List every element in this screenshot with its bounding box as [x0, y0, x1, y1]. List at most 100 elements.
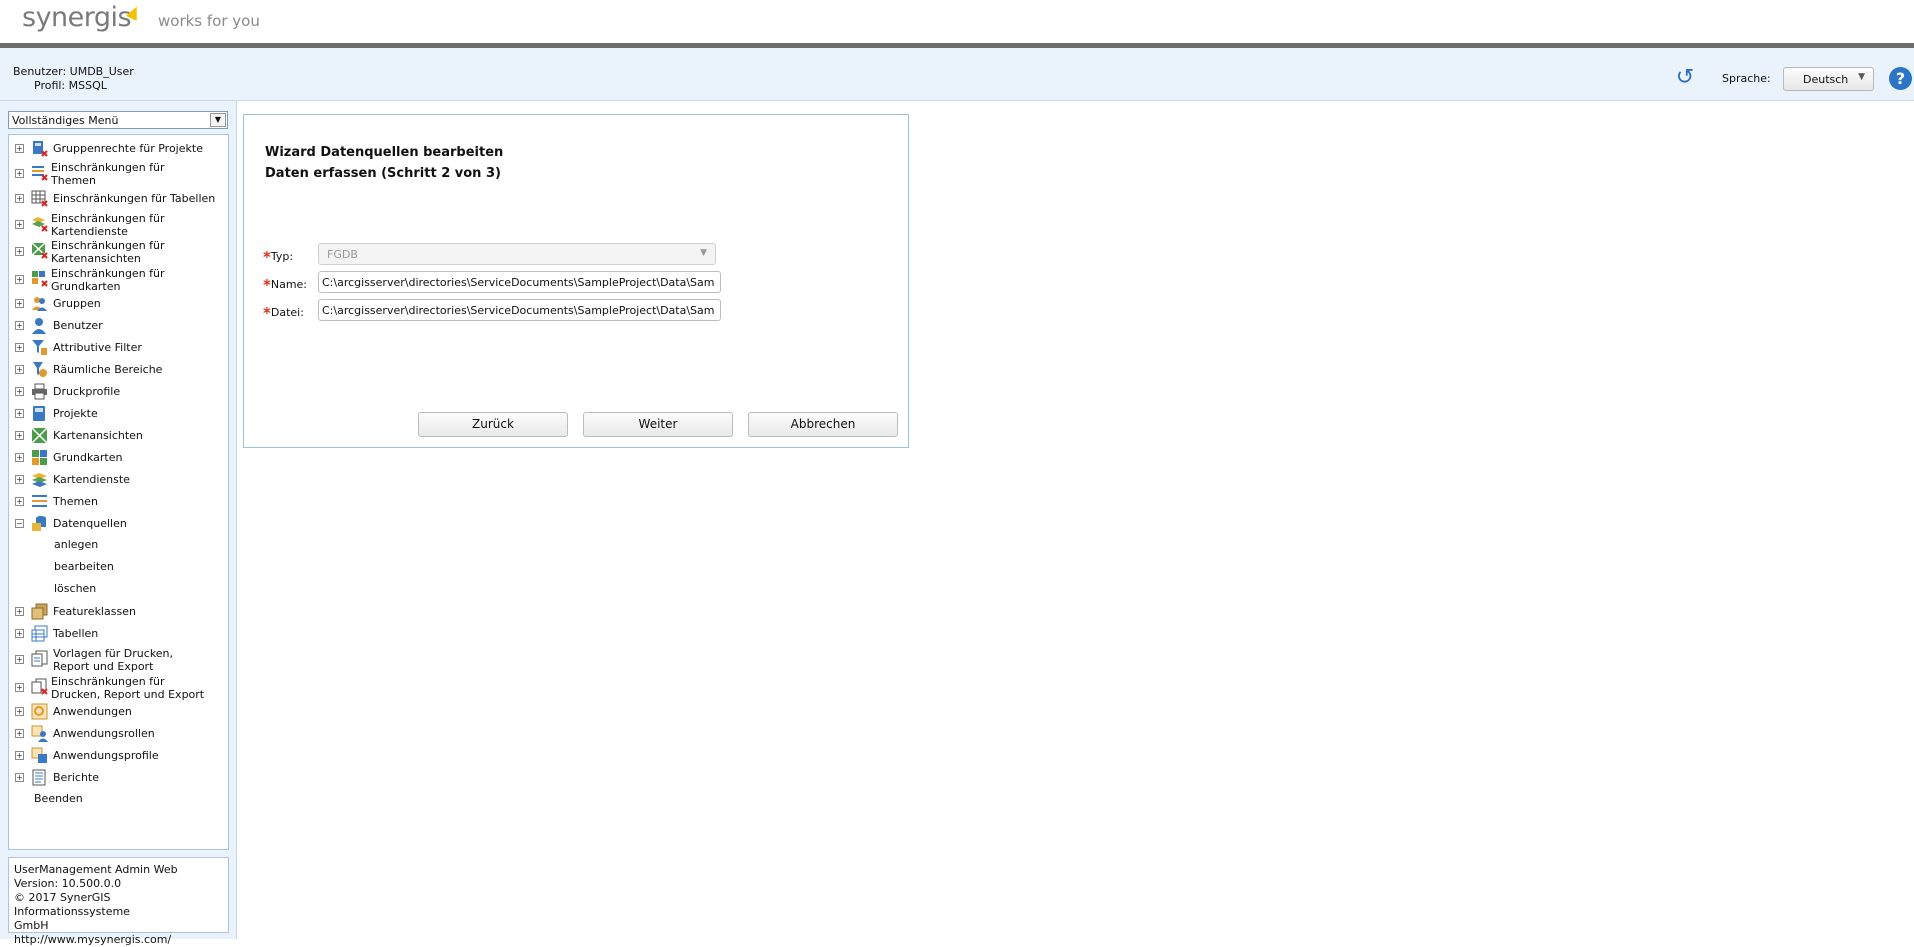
tree-item-tabellen[interactable]: + Tabellen — [9, 625, 228, 642]
version-line-2: Version: 10.500.0.0 — [14, 877, 122, 890]
expand-icon[interactable]: + — [15, 475, 24, 484]
expand-icon[interactable]: + — [15, 343, 24, 352]
tree-child-bearbeiten[interactable]: bearbeiten — [54, 560, 114, 573]
tree-item-einschraenkungen-themen[interactable]: + Einschränkungen für Themen — [9, 160, 228, 188]
tree-item-benutzer[interactable]: + Benutzer — [9, 318, 228, 334]
menu-select-value: Vollständiges Menü — [12, 114, 119, 127]
wizard-title: Wizard Datenquellen bearbeiten — [265, 145, 504, 160]
groups-icon — [32, 297, 47, 311]
template-icon — [31, 650, 48, 667]
help-icon[interactable]: ? — [1889, 67, 1912, 90]
menu-select[interactable]: Vollständiges Menü ▼ — [8, 111, 228, 129]
profil-label: Profil: — [34, 79, 66, 92]
next-button[interactable]: Weiter — [583, 412, 733, 437]
tree-item-anwendungen[interactable]: + Anwendungen — [9, 703, 228, 720]
tree-item-grundkarten[interactable]: + Grundkarten — [9, 450, 228, 466]
datasource-icon — [32, 516, 46, 531]
expand-icon[interactable]: + — [15, 409, 24, 418]
mapservice-restriction-icon — [32, 217, 48, 232]
tree-item-attributive-filter[interactable]: + Attributive Filter — [9, 340, 228, 356]
expand-icon[interactable]: + — [15, 729, 24, 738]
datei-label: *Datei: — [263, 304, 304, 322]
cancel-button[interactable]: Abbrechen — [748, 412, 898, 437]
required-icon: * — [263, 248, 271, 266]
expand-icon[interactable]: + — [15, 497, 24, 506]
typ-select[interactable]: FGDB ▼ — [318, 243, 716, 265]
tree-item-vorlagen[interactable]: + Vorlagen für Drucken, Report und Expor… — [9, 646, 228, 674]
language-label: Sprache: — [1722, 72, 1771, 85]
project-icon — [33, 406, 45, 421]
beenden-link[interactable]: Beenden — [34, 792, 83, 805]
expand-icon[interactable]: + — [15, 365, 24, 374]
print-restriction-icon — [31, 678, 48, 695]
collapse-icon[interactable]: − — [15, 519, 24, 528]
datei-value: C:\arcgisserver\directories\ServiceDocum… — [322, 304, 715, 317]
expand-icon[interactable]: + — [15, 751, 24, 760]
tree-item-kartendienste[interactable]: + Kartendienste — [9, 472, 228, 488]
profile-info: Profil: MSSQL — [34, 79, 107, 92]
tree-item-anwendungsprofile[interactable]: + Anwendungsprofile — [9, 747, 228, 764]
synergis-logo: synergis — [22, 2, 132, 33]
tagline: works for you — [158, 12, 260, 30]
filter-icon — [32, 340, 47, 355]
tree-item-berichte[interactable]: + Berichte — [9, 769, 228, 786]
expand-icon[interactable]: + — [15, 629, 24, 638]
tree-item-gruppenrechte[interactable]: + Gruppenrechte für Projekte — [9, 141, 228, 157]
basemap-icon — [32, 450, 47, 465]
version-line-1: UserManagement Admin Web — [14, 863, 178, 876]
tree-item-featureklassen[interactable]: + Featureklassen — [9, 603, 228, 620]
tree-item-projekte[interactable]: + Projekte — [9, 406, 228, 422]
expand-icon[interactable]: + — [15, 144, 24, 153]
language-value: Deutsch — [1803, 73, 1849, 86]
tree-item-druckprofile[interactable]: + Druckprofile — [9, 383, 228, 400]
expand-icon[interactable]: + — [15, 773, 24, 782]
tree-item-raeumliche-bereiche[interactable]: + Räumliche Bereiche — [9, 362, 228, 378]
chevron-down-icon: ▼ — [700, 248, 707, 258]
name-label: *Name: — [263, 276, 308, 294]
tree-child-anlegen[interactable]: anlegen — [54, 538, 98, 551]
tree-item-einschraenkungen-kartendienste[interactable]: + Einschränkungen für Kartendienste — [9, 211, 228, 239]
expand-icon[interactable]: + — [15, 655, 24, 664]
user-icon — [32, 318, 46, 334]
tree-item-einschraenkungen-drucken[interactable]: + Einschränkungen für Drucken, Report un… — [9, 674, 228, 702]
expand-icon[interactable]: + — [15, 275, 24, 284]
expand-icon[interactable]: + — [15, 194, 24, 203]
benutzer-value: UMDB_User — [69, 65, 134, 78]
language-select[interactable]: Deutsch ▼ — [1783, 67, 1874, 91]
expand-icon[interactable]: + — [15, 169, 24, 178]
website-link[interactable]: http://www.mysynergis.com/ — [14, 933, 171, 946]
wizard-panel: Wizard Datenquellen bearbeiten Daten erf… — [243, 114, 909, 448]
expand-icon[interactable]: + — [15, 431, 24, 440]
expand-icon[interactable]: + — [15, 607, 24, 616]
tree-item-gruppen[interactable]: + Gruppen — [9, 296, 228, 312]
expand-icon[interactable]: + — [15, 321, 24, 330]
benutzer-label: Benutzer: — [13, 65, 67, 78]
name-input[interactable]: C:\arcgisserver\directories\ServiceDocum… — [318, 271, 721, 293]
version-line-4: GmbH — [14, 919, 49, 932]
chevron-down-icon: ▼ — [1858, 72, 1865, 82]
expand-icon[interactable]: + — [15, 220, 24, 229]
navigation-tree: + Gruppenrechte für Projekte + Einschrän… — [8, 134, 229, 850]
tree-item-datenquellen[interactable]: − Datenquellen — [9, 516, 228, 532]
back-button[interactable]: Zurück — [418, 412, 568, 437]
expand-icon[interactable]: + — [15, 247, 24, 256]
datei-input[interactable]: C:\arcgisserver\directories\ServiceDocum… — [318, 299, 721, 321]
expand-icon[interactable]: + — [15, 453, 24, 462]
tree-item-einschraenkungen-tabellen[interactable]: + Einschränkungen für Tabellen — [9, 190, 228, 207]
mapview-icon — [31, 427, 48, 444]
expand-icon[interactable]: + — [15, 299, 24, 308]
tree-item-themen[interactable]: + Themen — [9, 494, 228, 510]
expand-icon[interactable]: + — [15, 387, 24, 396]
tree-item-einschraenkungen-kartenansichten[interactable]: + Einschränkungen für Kartenansichten — [9, 238, 228, 266]
tree-item-kartenansichten[interactable]: + Kartenansichten — [9, 427, 228, 444]
mapservice-icon — [32, 473, 47, 487]
report-icon — [32, 769, 46, 786]
expand-icon[interactable]: + — [15, 707, 24, 716]
expand-icon[interactable]: + — [15, 683, 24, 692]
tree-item-anwendungsrollen[interactable]: + Anwendungsrollen — [9, 725, 228, 742]
tree-item-einschraenkungen-grundkarten[interactable]: + Einschränkungen für Grundkarten — [9, 266, 228, 294]
tree-child-loeschen[interactable]: löschen — [54, 582, 96, 595]
chevron-down-icon[interactable]: ▼ — [210, 113, 226, 127]
basemap-restriction-icon — [32, 271, 48, 287]
refresh-icon[interactable]: ↺ — [1674, 67, 1696, 89]
